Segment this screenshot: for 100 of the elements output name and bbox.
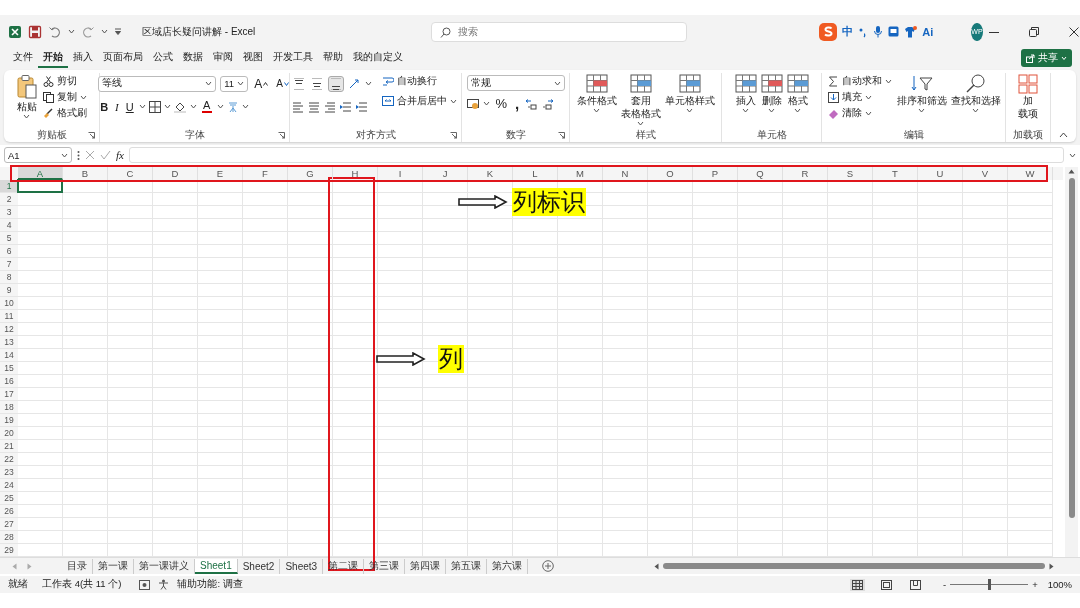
column-header[interactable]: L [513,167,558,180]
zoom-out-button[interactable]: - [942,579,947,590]
row-header[interactable]: 26 [0,505,18,518]
percent-button[interactable]: % [493,95,510,112]
row-header[interactable]: 6 [0,245,18,258]
keyboard-icon[interactable] [888,26,900,37]
merge-center-button[interactable]: 合并后居中 [380,93,459,109]
column-header[interactable]: S [828,167,873,180]
search-field[interactable]: 搜索 [431,21,688,42]
bold-button[interactable]: B [98,99,111,114]
column-header[interactable]: U [918,167,963,180]
menu-tab[interactable]: 帮助 [318,48,348,68]
autosum-button[interactable]: 自动求和 [825,73,894,89]
share-button[interactable]: 共享 [1021,49,1072,67]
page-layout-button[interactable] [878,578,894,591]
underline-button[interactable]: U [123,99,136,114]
sheet-tab[interactable]: 目录 [62,558,93,574]
format-as-table-button[interactable]: 套用 表格格式 [619,73,662,129]
collapse-ribbon-icon[interactable] [1059,132,1068,138]
row-header[interactable]: 9 [0,284,18,297]
scroll-right-icon[interactable] [1049,562,1055,570]
save-icon[interactable] [28,24,42,39]
font-name-dropdown[interactable]: 等线 [98,75,217,92]
row-header[interactable]: 7 [0,258,18,271]
scroll-up-icon[interactable] [1068,169,1075,174]
column-header[interactable]: V [963,167,1008,180]
add-ins-button[interactable]: 加 载项 [1017,73,1039,129]
vertical-align-button[interactable] [310,76,324,91]
sheet-tab[interactable]: 第六课 [487,558,529,574]
menu-tab[interactable]: 视图 [238,48,268,68]
decrease-font-button[interactable]: A [274,77,291,90]
menu-tab[interactable]: 我的自定义 [348,48,408,68]
row-header[interactable]: 10 [0,297,18,310]
row-header[interactable]: 2 [0,193,18,206]
dialog-launcher-icon[interactable] [278,132,285,139]
format-painter-button[interactable]: 格式刷 [40,105,89,121]
comma-style-button[interactable]: , [513,97,522,110]
menu-tab[interactable]: 开发工具 [268,48,318,68]
column-header[interactable]: W [1008,167,1053,180]
insert-cells-button[interactable]: 插入 [733,73,758,129]
sheet-tab[interactable]: Sheet3 [280,558,324,574]
clear-button[interactable]: 清除 [825,105,894,121]
column-header[interactable]: M [558,167,603,180]
column-header[interactable]: K [468,167,513,180]
column-header[interactable]: I [378,167,423,180]
shirt-icon[interactable] [904,25,918,38]
increase-decimal-icon[interactable] [525,97,539,110]
ai-label[interactable]: Ai [922,25,934,38]
borders-icon[interactable] [148,100,161,113]
column-header[interactable]: B [63,167,108,180]
column-header[interactable]: R [783,167,828,180]
column-header[interactable]: O [648,167,693,180]
menu-tab[interactable]: 文件 [8,48,38,68]
vertical-scrollbar[interactable] [1065,167,1078,557]
name-box[interactable]: A1 [4,147,72,163]
accessibility-status[interactable]: 辅助功能: 调查 [177,578,243,591]
column-header[interactable]: J [423,167,468,180]
fill-button[interactable]: 填充 [825,89,894,105]
horizontal-scrollbar[interactable] [654,562,1055,570]
sheet-tab[interactable]: Sheet1 [195,558,238,574]
row-header[interactable]: 8 [0,271,18,284]
close-icon[interactable] [1068,26,1079,37]
vertical-align-button[interactable] [328,75,344,92]
sort-filter-button[interactable]: 排序和筛选 [895,73,948,129]
sheet-tab[interactable]: 第一课 [93,558,134,574]
column-header[interactable]: C [108,167,153,180]
row-header[interactable]: 28 [0,531,18,544]
vertical-align-button[interactable] [292,76,306,91]
row-header[interactable]: 27 [0,518,18,531]
center-icon[interactable] [308,100,320,113]
conditional-formatting-button[interactable]: 条件格式 [575,73,618,129]
row-header[interactable]: 24 [0,479,18,492]
row-header[interactable]: 4 [0,219,18,232]
row-header[interactable]: 21 [0,440,18,453]
format-cells-button[interactable]: 格式 [785,73,810,129]
row-header[interactable]: 20 [0,427,18,440]
dialog-launcher-icon[interactable] [450,132,457,139]
cell-grid[interactable] [18,180,1053,557]
microphone-icon[interactable] [873,25,884,38]
row-header[interactable]: 23 [0,466,18,479]
cut-button[interactable]: 剪切 [40,73,89,89]
align-right-icon[interactable] [324,100,336,113]
dialog-launcher-icon[interactable] [558,132,565,139]
row-header[interactable]: 14 [0,349,18,362]
column-header[interactable]: P [693,167,738,180]
dialog-launcher-icon[interactable] [88,132,95,139]
column-header[interactable]: G [288,167,333,180]
zoom-slider-thumb[interactable] [987,579,991,590]
page-break-button[interactable] [907,578,923,591]
fill-bucket-icon[interactable] [173,100,187,113]
increase-font-button[interactable]: A [252,75,271,92]
menu-tab[interactable]: 审阅 [208,48,238,68]
row-header[interactable]: 3 [0,206,18,219]
sheet-tab[interactable]: 第五课 [446,558,488,574]
zoom-level[interactable]: 100% [1047,579,1072,590]
row-header[interactable]: 1 [0,180,18,193]
column-header[interactable]: A [18,167,63,180]
more-options-icon[interactable] [77,149,80,161]
row-header[interactable]: 13 [0,336,18,349]
insert-function-button[interactable]: fx [116,149,124,161]
